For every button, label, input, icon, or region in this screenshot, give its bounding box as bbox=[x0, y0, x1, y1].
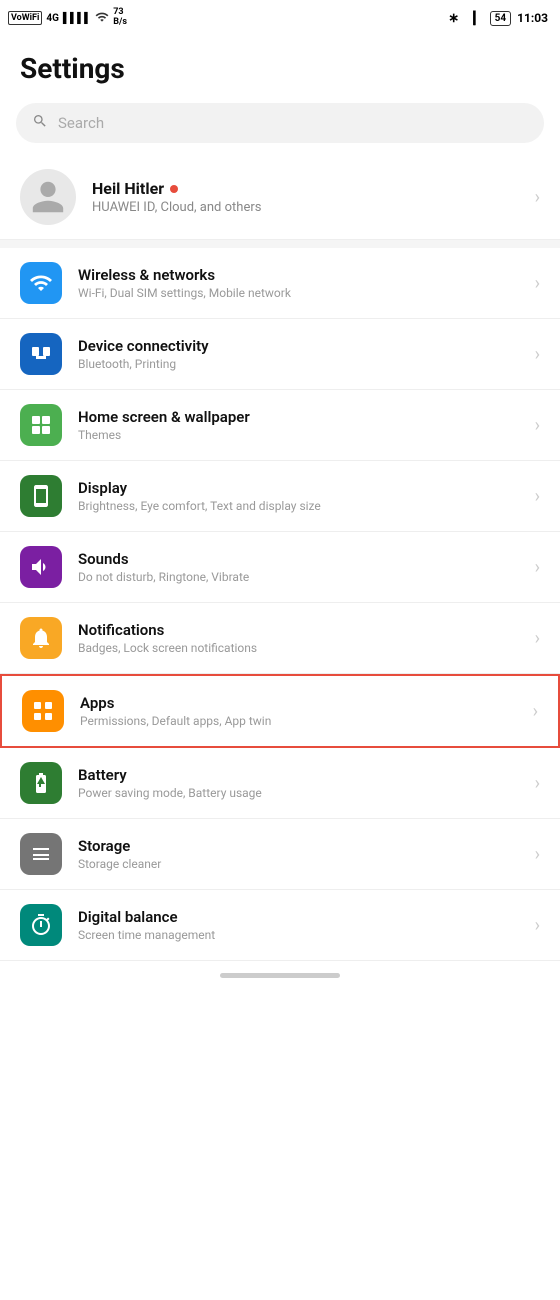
apps-subtitle: Permissions, Default apps, App twin bbox=[80, 714, 517, 728]
display-icon bbox=[20, 475, 62, 517]
profile-info: Heil Hitler HUAWEI ID, Cloud, and others bbox=[92, 179, 519, 215]
profile-section[interactable]: Heil Hitler HUAWEI ID, Cloud, and others… bbox=[0, 155, 560, 240]
home-screen-chevron: › bbox=[535, 415, 540, 436]
settings-item-digital-balance[interactable]: Digital balance Screen time management › bbox=[0, 890, 560, 961]
wireless-subtitle: Wi-Fi, Dual SIM settings, Mobile network bbox=[78, 286, 519, 300]
online-indicator bbox=[170, 185, 178, 193]
home-screen-text: Home screen & wallpaper Themes bbox=[78, 408, 519, 442]
section-divider bbox=[0, 240, 560, 248]
notifications-text: Notifications Badges, Lock screen notific… bbox=[78, 621, 519, 655]
apps-text: Apps Permissions, Default apps, App twin bbox=[80, 694, 517, 728]
time-display: 11:03 bbox=[517, 11, 548, 25]
search-icon bbox=[32, 113, 48, 133]
device-connectivity-icon bbox=[20, 333, 62, 375]
display-subtitle: Brightness, Eye comfort, Text and displa… bbox=[78, 499, 519, 513]
home-screen-title: Home screen & wallpaper bbox=[78, 408, 519, 426]
vowifi-label: VoWiFi bbox=[8, 11, 42, 25]
avatar bbox=[20, 169, 76, 225]
device-connectivity-chevron: › bbox=[535, 344, 540, 365]
settings-item-apps[interactable]: Apps Permissions, Default apps, App twin › bbox=[0, 674, 560, 748]
wireless-chevron: › bbox=[535, 273, 540, 294]
wireless-text: Wireless & networks Wi-Fi, Dual SIM setti… bbox=[78, 266, 519, 300]
settings-item-notifications[interactable]: Notifications Badges, Lock screen notific… bbox=[0, 603, 560, 674]
digital-balance-title: Digital balance bbox=[78, 908, 519, 926]
wifi-icon bbox=[95, 10, 109, 27]
settings-header: Settings bbox=[0, 36, 560, 95]
speed-label: 73B/s bbox=[113, 8, 127, 28]
status-bar: VoWiFi 4G ▌▌▌▌ 73B/s ∗ ▕▏ 54 11:03 bbox=[0, 0, 560, 36]
sounds-title: Sounds bbox=[78, 550, 519, 568]
digital-balance-icon bbox=[20, 904, 62, 946]
signal-4g: 4G bbox=[46, 13, 59, 24]
apps-chevron: › bbox=[533, 701, 538, 722]
notifications-icon bbox=[20, 617, 62, 659]
storage-title: Storage bbox=[78, 837, 519, 855]
signal-bars: ▌▌▌▌ bbox=[63, 13, 91, 24]
digital-balance-text: Digital balance Screen time management bbox=[78, 908, 519, 942]
notifications-chevron: › bbox=[535, 628, 540, 649]
profile-chevron: › bbox=[535, 187, 540, 208]
page-title: Settings bbox=[20, 52, 540, 85]
device-connectivity-subtitle: Bluetooth, Printing bbox=[78, 357, 519, 371]
notifications-title: Notifications bbox=[78, 621, 519, 639]
home-pill bbox=[220, 973, 340, 978]
sounds-subtitle: Do not disturb, Ringtone, Vibrate bbox=[78, 570, 519, 584]
sounds-text: Sounds Do not disturb, Ringtone, Vibrate bbox=[78, 550, 519, 584]
home-bar bbox=[0, 961, 560, 994]
storage-chevron: › bbox=[535, 844, 540, 865]
storage-text: Storage Storage cleaner bbox=[78, 837, 519, 871]
bluetooth-icon: ∗ bbox=[448, 11, 459, 26]
battery-icon bbox=[20, 762, 62, 804]
settings-item-storage[interactable]: Storage Storage cleaner › bbox=[0, 819, 560, 890]
profile-name: Heil Hitler bbox=[92, 179, 519, 198]
battery-title: Battery bbox=[78, 766, 519, 784]
settings-item-sounds[interactable]: Sounds Do not disturb, Ringtone, Vibrate › bbox=[0, 532, 560, 603]
settings-item-home-screen[interactable]: Home screen & wallpaper Themes › bbox=[0, 390, 560, 461]
settings-item-display[interactable]: Display Brightness, Eye comfort, Text and… bbox=[0, 461, 560, 532]
apps-title: Apps bbox=[80, 694, 517, 712]
battery-subtitle: Power saving mode, Battery usage bbox=[78, 786, 519, 800]
display-title: Display bbox=[78, 479, 519, 497]
settings-list: Wireless & networks Wi-Fi, Dual SIM setti… bbox=[0, 248, 560, 961]
home-screen-icon bbox=[20, 404, 62, 446]
wireless-title: Wireless & networks bbox=[78, 266, 519, 284]
search-placeholder: Search bbox=[58, 114, 104, 132]
display-chevron: › bbox=[535, 486, 540, 507]
digital-balance-chevron: › bbox=[535, 915, 540, 936]
search-bar[interactable]: Search bbox=[16, 103, 544, 143]
status-left: VoWiFi 4G ▌▌▌▌ 73B/s bbox=[8, 8, 127, 28]
vibrate-icon: ▕▏ bbox=[465, 11, 483, 25]
storage-icon bbox=[20, 833, 62, 875]
apps-icon bbox=[22, 690, 64, 732]
profile-subtitle: HUAWEI ID, Cloud, and others bbox=[92, 200, 519, 215]
wireless-icon bbox=[20, 262, 62, 304]
battery-chevron: › bbox=[535, 773, 540, 794]
display-text: Display Brightness, Eye comfort, Text and… bbox=[78, 479, 519, 513]
device-connectivity-text: Device connectivity Bluetooth, Printing bbox=[78, 337, 519, 371]
settings-item-wireless[interactable]: Wireless & networks Wi-Fi, Dual SIM setti… bbox=[0, 248, 560, 319]
status-right: ∗ ▕▏ 54 11:03 bbox=[448, 11, 548, 26]
battery-text: Battery Power saving mode, Battery usage bbox=[78, 766, 519, 800]
home-screen-subtitle: Themes bbox=[78, 428, 519, 442]
sounds-icon bbox=[20, 546, 62, 588]
settings-item-device-connectivity[interactable]: Device connectivity Bluetooth, Printing › bbox=[0, 319, 560, 390]
battery-indicator: 54 bbox=[490, 11, 511, 26]
device-connectivity-title: Device connectivity bbox=[78, 337, 519, 355]
settings-item-battery[interactable]: Battery Power saving mode, Battery usage › bbox=[0, 748, 560, 819]
digital-balance-subtitle: Screen time management bbox=[78, 928, 519, 942]
storage-subtitle: Storage cleaner bbox=[78, 857, 519, 871]
notifications-subtitle: Badges, Lock screen notifications bbox=[78, 641, 519, 655]
sounds-chevron: › bbox=[535, 557, 540, 578]
